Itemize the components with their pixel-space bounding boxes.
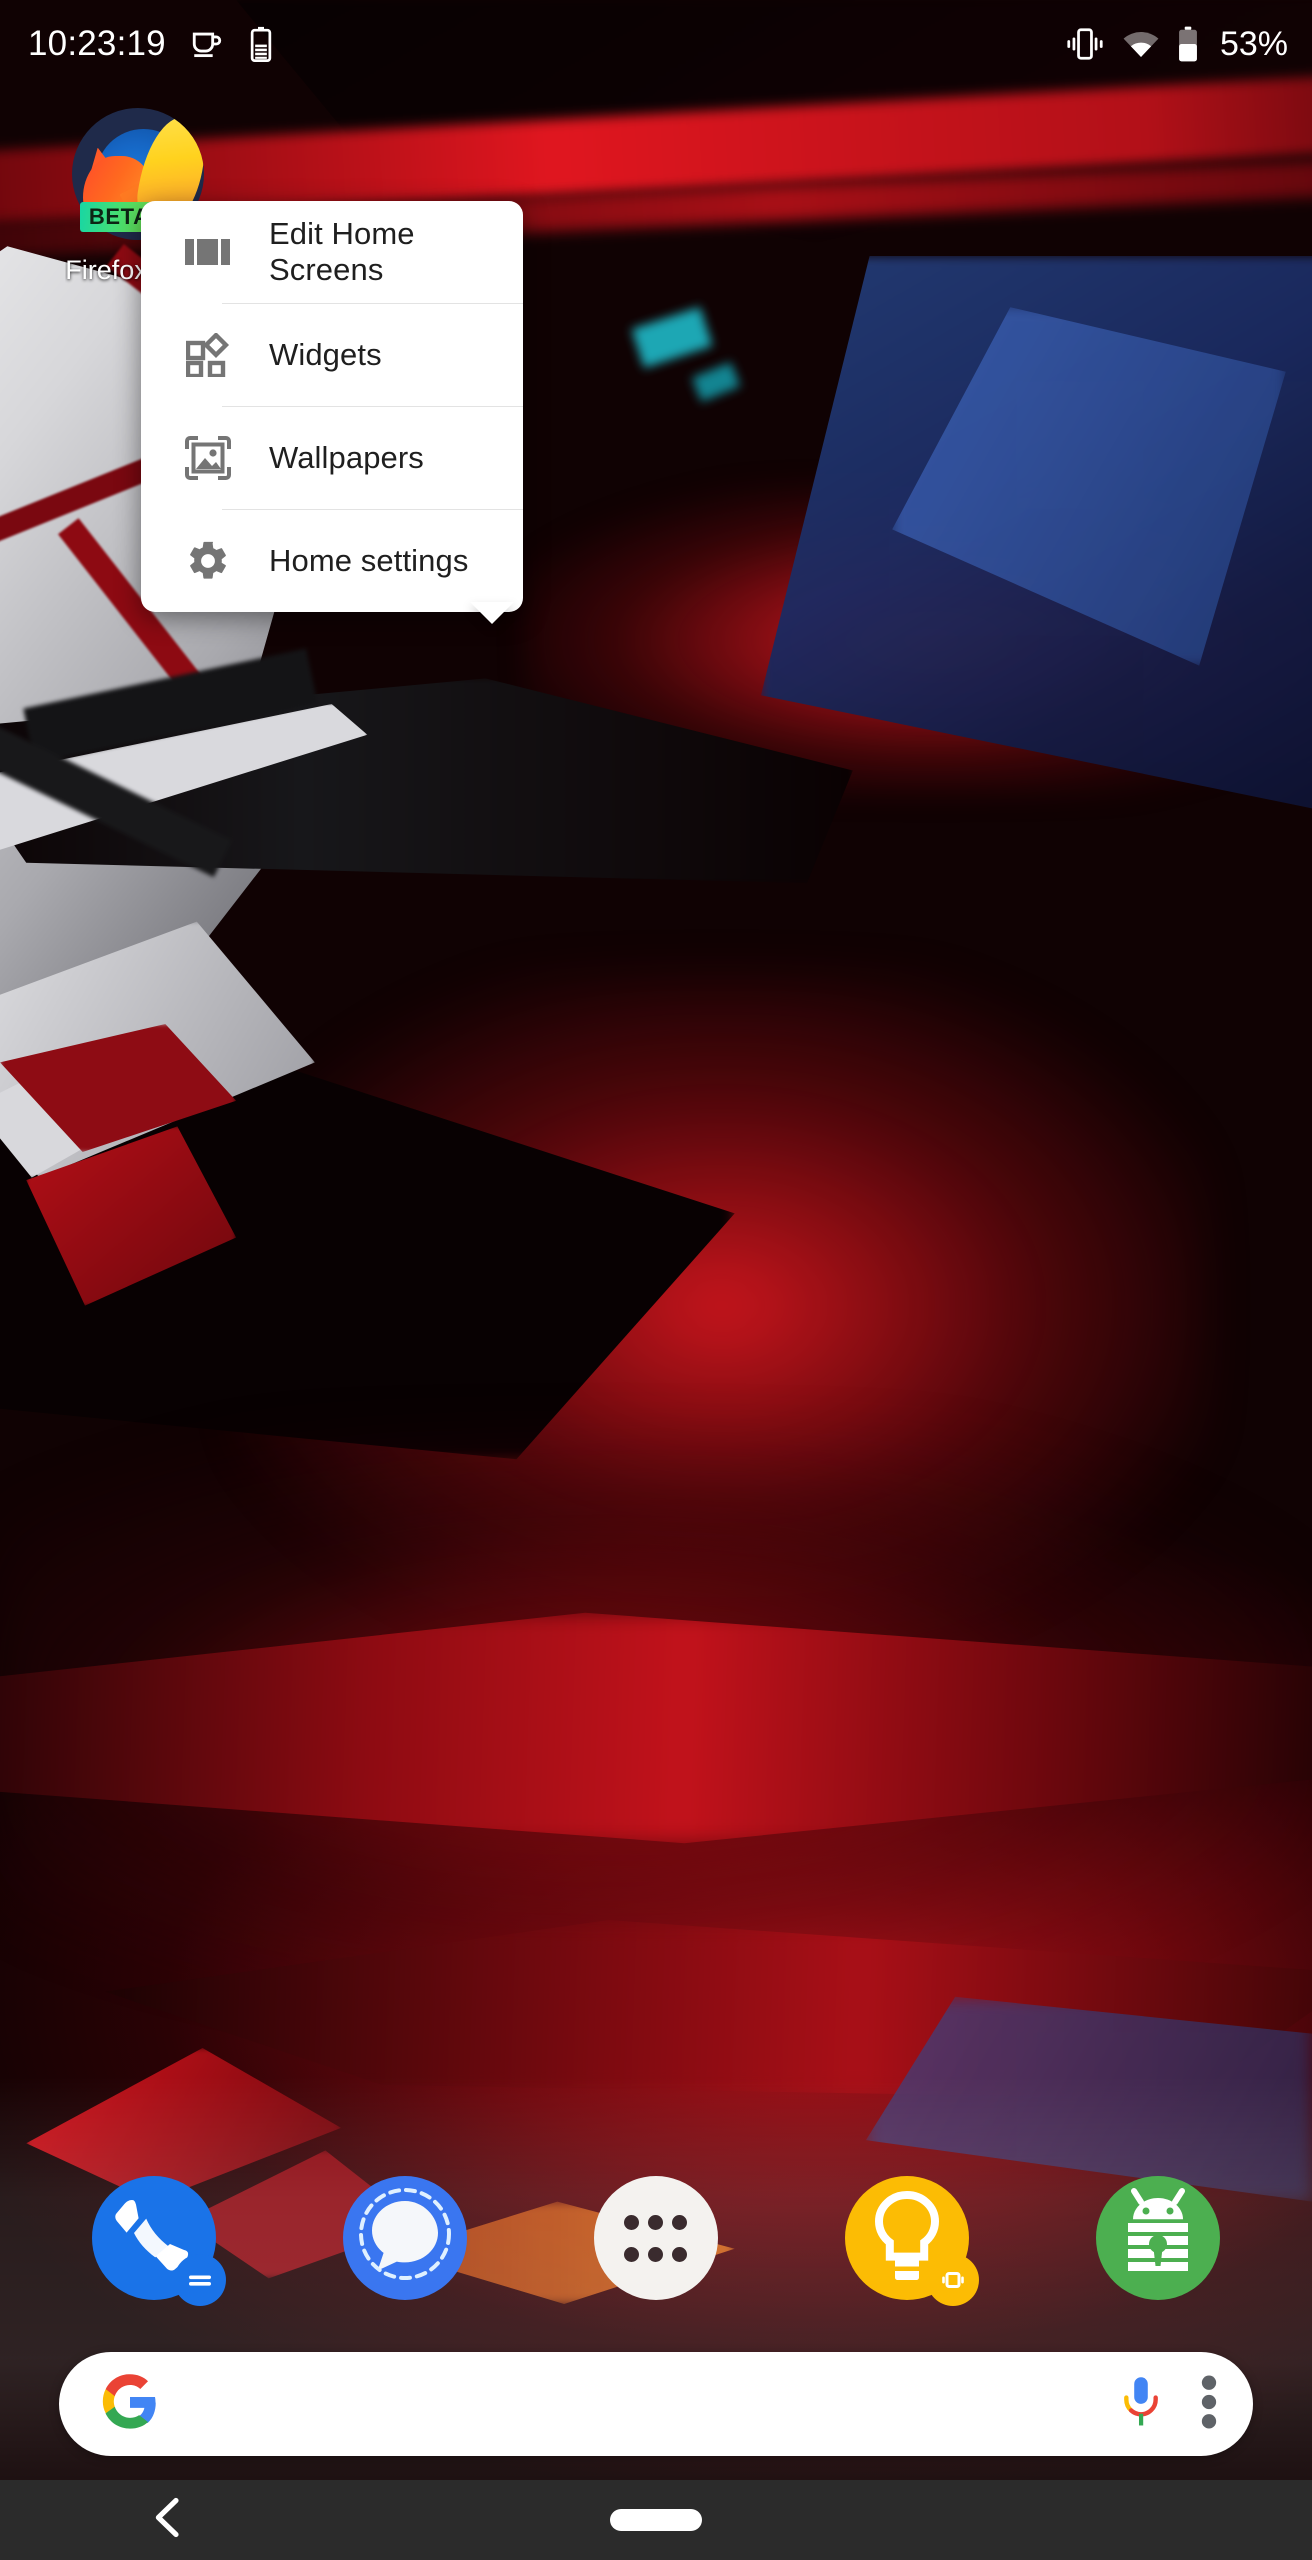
search-input[interactable] [159, 2352, 1119, 2456]
menu-item-label: Edit Home Screens [269, 216, 415, 287]
menu-item-label: Widgets [269, 337, 382, 372]
back-icon[interactable] [152, 2497, 182, 2544]
dock-item-app-drawer[interactable] [593, 2176, 718, 2300]
search-bar-actions [1119, 2373, 1217, 2436]
menu-item-edit-home-screens[interactable]: Edit Home Screens [141, 201, 523, 303]
app-drawer-dots [594, 2176, 718, 2300]
menu-item-label: Wallpapers [269, 440, 424, 475]
home-options-popup: Edit Home Screens Widgets Wallpapers Hom… [141, 201, 523, 612]
battery-percent-label: 53% [1219, 24, 1288, 63]
menu-item-widgets[interactable]: Widgets [141, 304, 523, 406]
menu-item-wallpapers[interactable]: Wallpapers [141, 407, 523, 509]
gear-icon [185, 538, 231, 584]
status-bar: 10:23:19 53% [0, 0, 1312, 88]
vibrate-icon [1067, 28, 1103, 60]
status-bar-right: 53% [1064, 25, 1288, 64]
wallpapers-icon [185, 435, 231, 481]
dock [0, 2152, 1312, 2324]
menu-item-label: Home settings [269, 543, 469, 578]
wifi-icon [1123, 32, 1159, 57]
google-mic-icon[interactable] [1119, 2374, 1163, 2435]
dock-item-signal[interactable] [342, 2176, 467, 2300]
widgets-icon [185, 332, 231, 378]
menu-item-home-settings[interactable]: Home settings [141, 510, 523, 612]
work-profile-badge [927, 2254, 980, 2306]
google-search-bar[interactable] [59, 2352, 1253, 2456]
dock-item-phone[interactable] [91, 2176, 226, 2306]
android-home-screen: 10:23:19 53% BETA Firefox Beta Edit Home… [0, 0, 1312, 2560]
navigation-bar [0, 2480, 1312, 2560]
dock-item-keep[interactable] [845, 2176, 980, 2306]
popup-arrow [470, 602, 514, 624]
status-bar-left: 10:23:19 [28, 24, 274, 64]
status-clock: 10:23:19 [28, 24, 166, 63]
app-drawer-icon[interactable] [593, 2176, 718, 2300]
edit-home-screens-icon [185, 229, 231, 275]
signal-icon[interactable] [342, 2176, 467, 2300]
keepass-icon[interactable] [1096, 2176, 1221, 2300]
work-profile-badge [173, 2254, 226, 2306]
dock-item-keepass[interactable] [1096, 2176, 1221, 2300]
home-gesture-pill[interactable] [610, 2509, 702, 2531]
battery-icon [1179, 26, 1197, 62]
battery-saver-icon [250, 26, 272, 62]
more-options-icon[interactable] [1201, 2373, 1217, 2436]
caffeine-icon [192, 32, 221, 58]
google-g-icon [101, 2373, 159, 2436]
